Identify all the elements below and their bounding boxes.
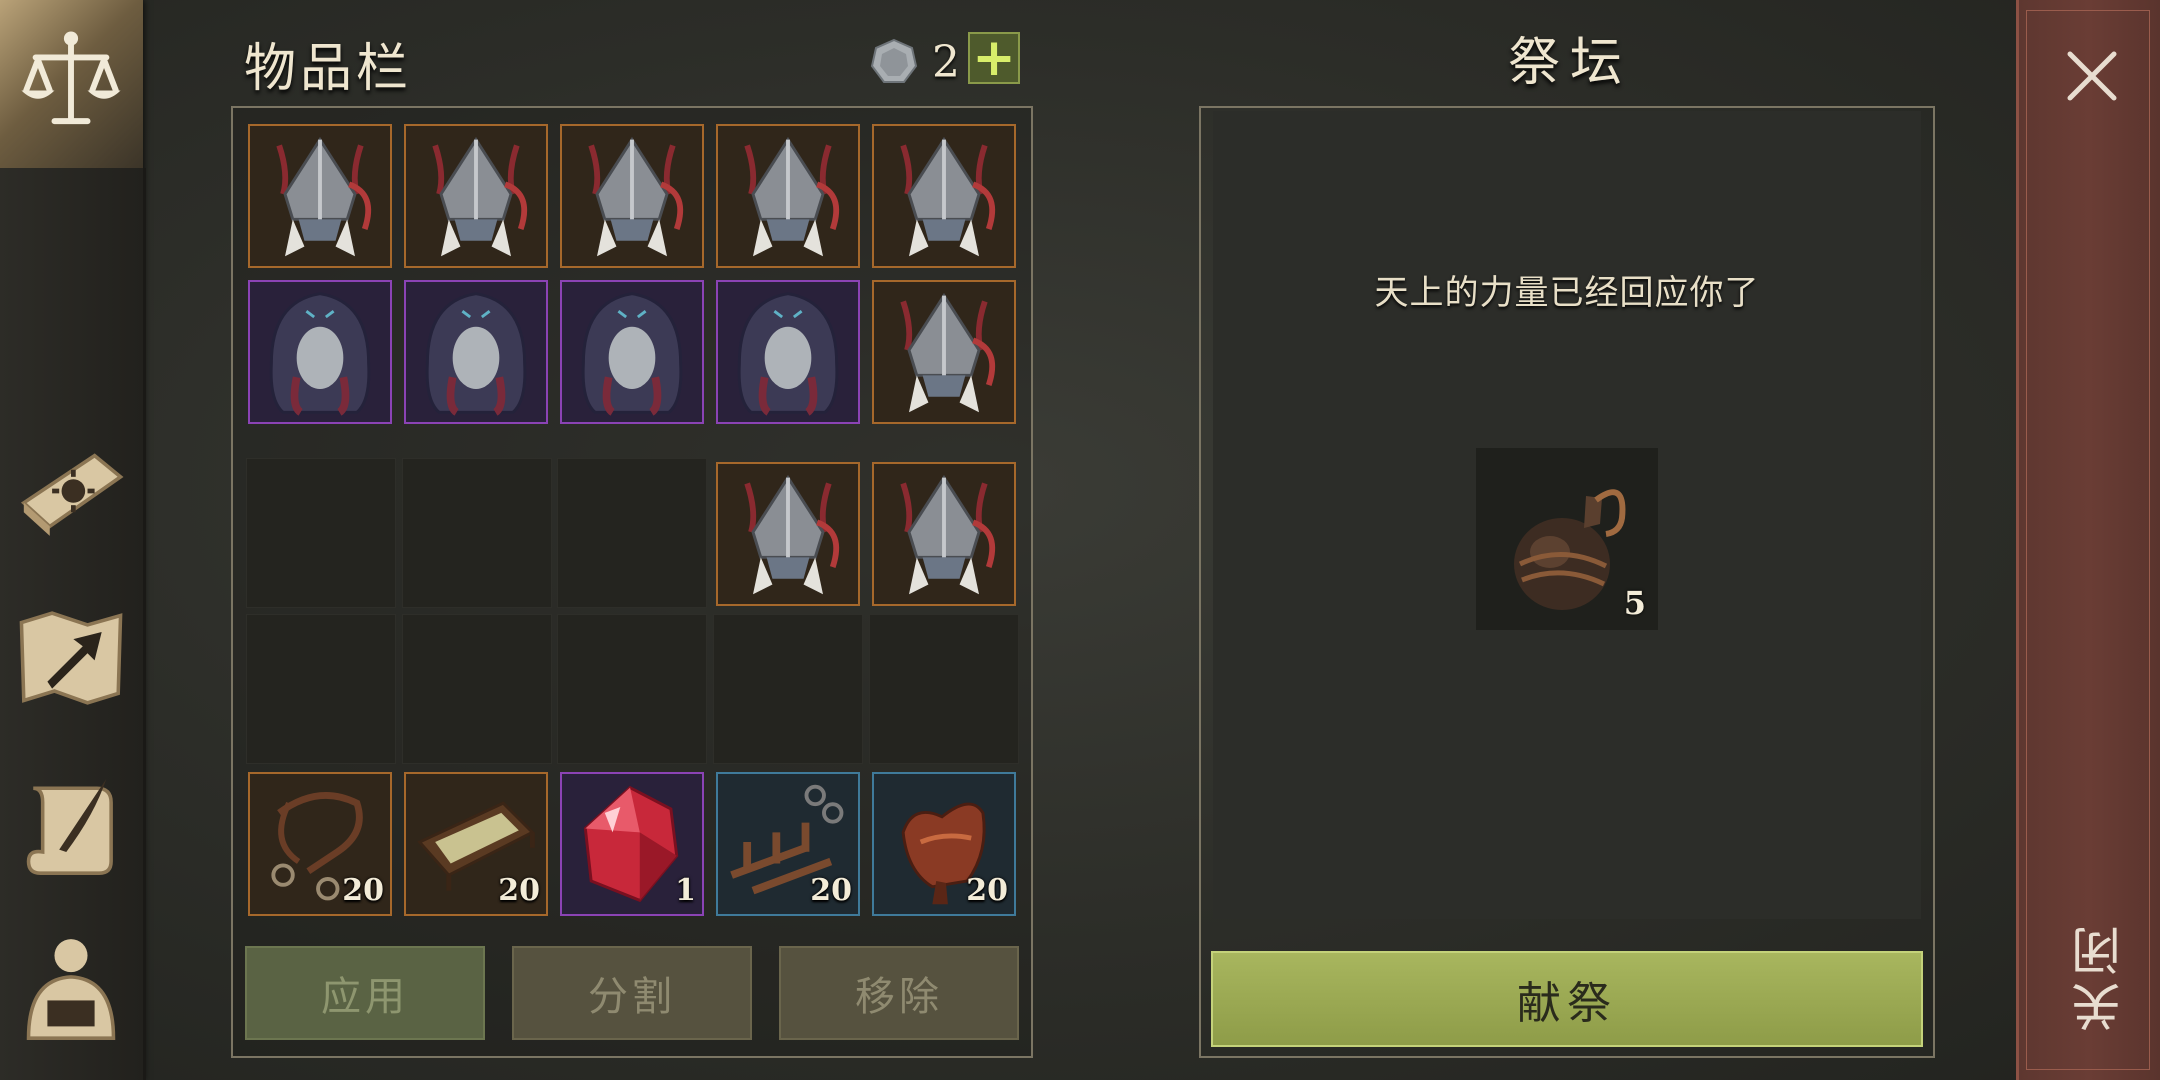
sidebar [0, 0, 146, 1080]
sacrifice-button[interactable]: 献祭 [1211, 951, 1923, 1047]
helmet-icon [744, 474, 840, 595]
scales-icon[interactable] [10, 20, 132, 142]
close-panel-border [2026, 10, 2150, 1070]
altar-title: 祭坛 [1508, 33, 1633, 93]
inventory-slot[interactable] [872, 462, 1016, 606]
helmet-icon [900, 136, 996, 257]
empty-slot[interactable] [713, 614, 863, 764]
close-icon[interactable] [2062, 46, 2122, 106]
inventory-slot[interactable]: 1 [560, 772, 704, 916]
hood-icon [737, 292, 839, 416]
split-button[interactable]: 分割 [512, 946, 752, 1040]
hood-icon [269, 292, 371, 416]
inventory-slot[interactable]: 20 [248, 772, 392, 916]
helmet-icon [900, 474, 996, 595]
helmet-icon [588, 136, 684, 257]
inventory-slot[interactable]: 20 [404, 772, 548, 916]
sun-book-icon[interactable] [10, 430, 132, 552]
add-currency-button[interactable]: + [968, 32, 1020, 84]
currency-count: 2 [932, 36, 960, 88]
item-count: 1 [675, 873, 696, 908]
empty-slot[interactable] [557, 614, 707, 764]
inventory-title: 物品栏 [244, 39, 413, 99]
inventory-slot[interactable]: 20 [872, 772, 1016, 916]
empty-slot[interactable] [402, 458, 552, 608]
close-label[interactable]: 关闭 [2064, 920, 2136, 1032]
altar-message: 天上的力量已经回应你了 [1374, 273, 1760, 313]
item-count: 20 [342, 873, 384, 908]
inventory-slot[interactable] [716, 124, 860, 268]
inventory-slot[interactable] [872, 124, 1016, 268]
scroll-quill-icon[interactable] [10, 765, 132, 887]
empty-slot[interactable] [402, 614, 552, 764]
inventory-slot[interactable] [248, 124, 392, 268]
remove-button[interactable]: 移除 [779, 946, 1019, 1040]
apply-button[interactable]: 应用 [245, 946, 485, 1040]
map-arrow-icon[interactable] [10, 597, 132, 719]
empty-slot[interactable] [869, 614, 1019, 764]
hood-icon [425, 292, 527, 416]
offering-count: 5 [1623, 584, 1646, 622]
inventory-slot[interactable] [404, 280, 548, 424]
item-count: 20 [966, 873, 1008, 908]
helmet-icon [276, 136, 372, 257]
helmet-icon [900, 292, 996, 413]
helmet-icon [432, 136, 528, 257]
empty-slot[interactable] [557, 458, 707, 608]
inventory-slot[interactable] [716, 462, 860, 606]
inventory-slot[interactable]: 20 [716, 772, 860, 916]
inventory-slot[interactable] [560, 280, 704, 424]
empty-slot[interactable] [246, 458, 396, 608]
helmet-icon [744, 136, 840, 257]
hood-icon [581, 292, 683, 416]
inventory-slot[interactable] [872, 280, 1016, 424]
inventory-slot[interactable] [404, 124, 548, 268]
item-count: 20 [498, 873, 540, 908]
silver-coin-icon [870, 38, 918, 83]
backpack-icon[interactable] [10, 930, 132, 1052]
inventory-slot[interactable] [716, 280, 860, 424]
offering-slot[interactable]: 5 [1476, 448, 1658, 630]
inventory-slot[interactable] [560, 124, 704, 268]
empty-slot[interactable] [246, 614, 396, 764]
inventory-slot[interactable] [248, 280, 392, 424]
plus-icon: + [972, 28, 1016, 88]
item-count: 20 [810, 873, 852, 908]
